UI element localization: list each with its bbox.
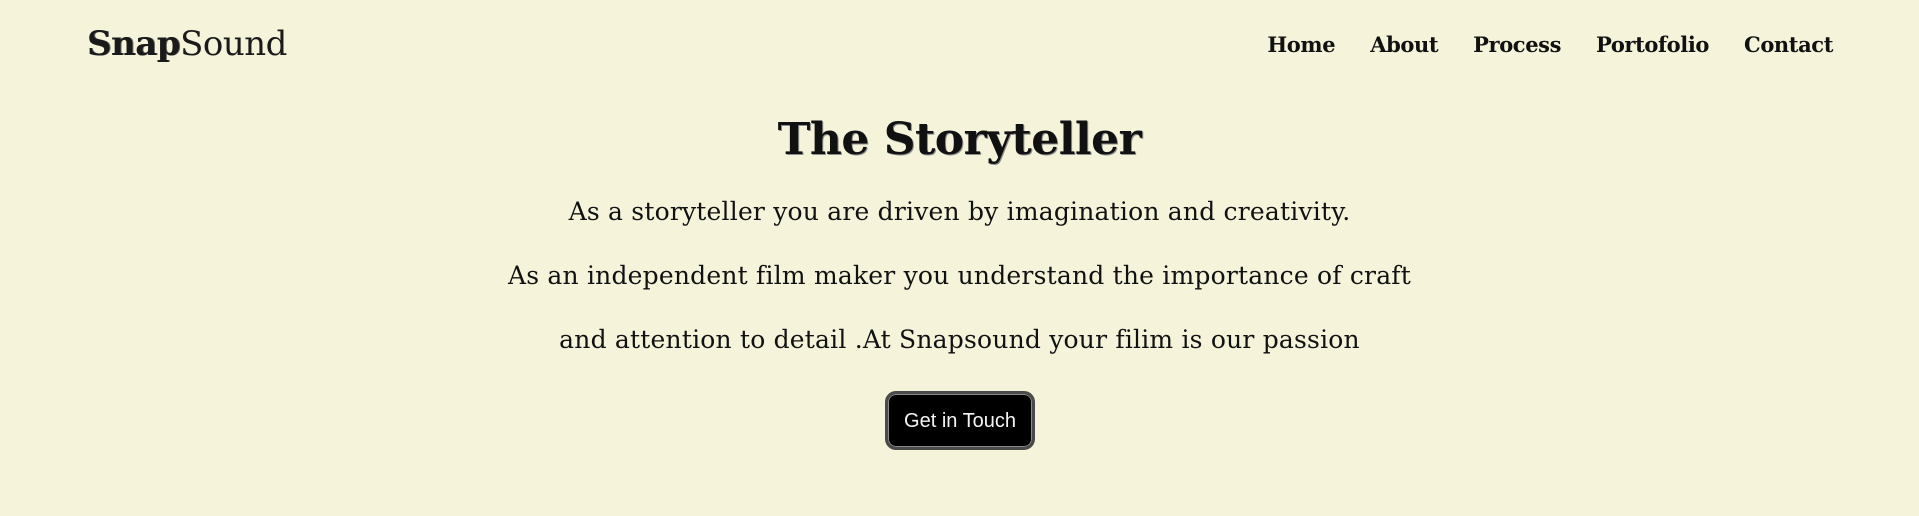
brand-logo[interactable]: SnapSound — [87, 20, 287, 68]
brand-name-part1: Snap — [87, 24, 181, 64]
hero-line-3: and attention to detail .At Snapsound yo… — [559, 325, 1360, 354]
hero-line-1: As a storyteller you are driven by imagi… — [568, 197, 1351, 226]
nav-home-link[interactable]: Home — [1267, 30, 1335, 60]
nav-portfolio-link[interactable]: Portofolio — [1596, 30, 1709, 60]
page: SnapSound Home About Process Portofolio … — [0, 0, 1919, 516]
nav-about-link[interactable]: About — [1370, 30, 1438, 60]
get-in-touch-button[interactable]: Get in Touch — [885, 391, 1035, 450]
nav-process-link[interactable]: Process — [1473, 30, 1561, 60]
nav-contact-link[interactable]: Contact — [1744, 30, 1833, 60]
hero-line-2: As an independent film maker you underst… — [507, 261, 1412, 290]
brand-name-part2: Sound — [180, 24, 287, 64]
hero-title: The Storyteller — [777, 114, 1142, 165]
hero-section: The Storyteller As a storyteller you are… — [0, 100, 1919, 372]
primary-navigation: Home About Process Portofolio Contact — [1267, 30, 1833, 60]
